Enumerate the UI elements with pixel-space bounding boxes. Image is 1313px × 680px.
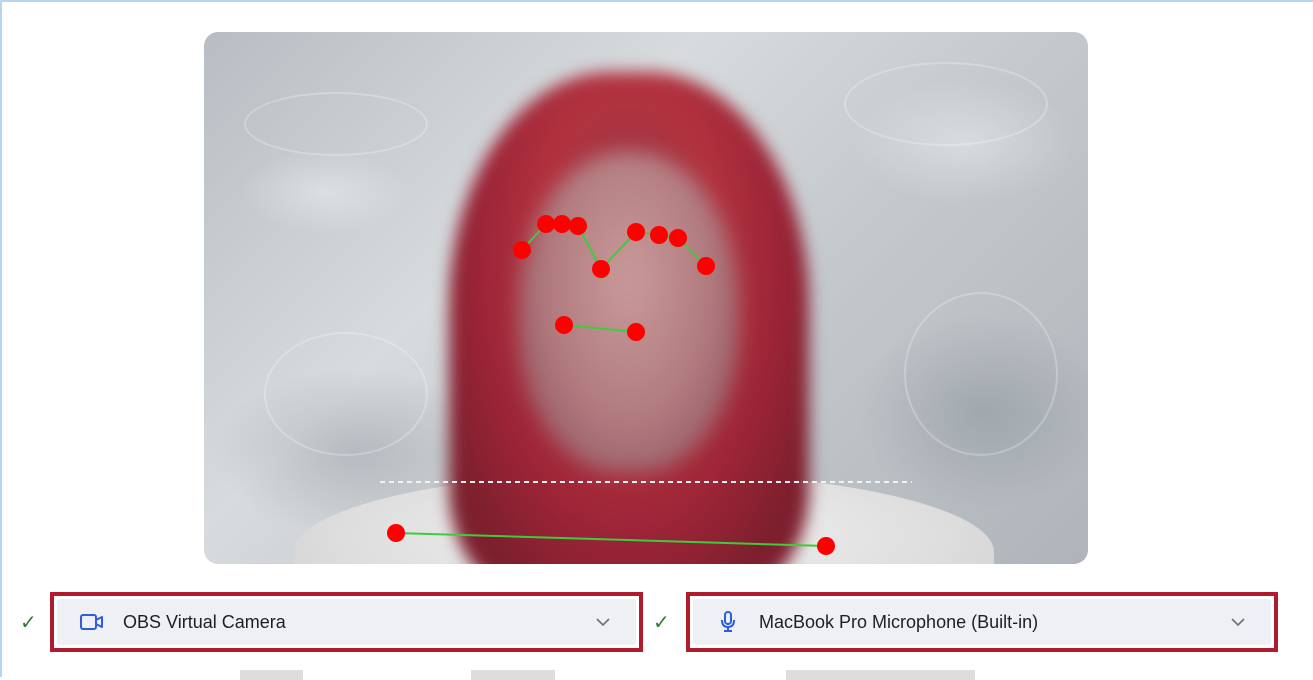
landmark-point bbox=[555, 316, 573, 334]
landmark-point bbox=[650, 226, 668, 244]
microphone-select-value: MacBook Pro Microphone (Built-in) bbox=[759, 611, 1039, 632]
camera-select-field[interactable]: OBS Virtual Camera bbox=[57, 599, 636, 645]
camera-preview bbox=[204, 32, 1088, 564]
chevron-down-icon[interactable] bbox=[594, 613, 612, 631]
landmark-point bbox=[569, 217, 587, 235]
landmark-point bbox=[537, 215, 555, 233]
camera-checkmark-icon: ✓ bbox=[20, 610, 37, 634]
camera-select-value: OBS Virtual Camera bbox=[123, 611, 286, 632]
shoulder-connection-line bbox=[395, 532, 827, 547]
chevron-down-icon[interactable] bbox=[1229, 613, 1247, 631]
pose-landmarks-overlay bbox=[380, 215, 912, 555]
cropped-text-row bbox=[240, 670, 1290, 680]
mouth-connection-line bbox=[563, 324, 637, 333]
camera-select[interactable]: OBS Virtual Camera bbox=[50, 592, 643, 652]
microphone-icon bbox=[715, 609, 741, 635]
landmark-point bbox=[627, 223, 645, 241]
landmark-point bbox=[669, 229, 687, 247]
landmark-point bbox=[592, 260, 610, 278]
landmark-point bbox=[817, 537, 835, 555]
landmark-point bbox=[387, 524, 405, 542]
landmark-point bbox=[553, 215, 571, 233]
landmark-point bbox=[513, 241, 531, 259]
landmark-point bbox=[627, 323, 645, 341]
microphone-checkmark-icon: ✓ bbox=[653, 610, 670, 634]
microphone-select-field[interactable]: MacBook Pro Microphone (Built-in) bbox=[693, 599, 1271, 645]
landmark-point bbox=[697, 257, 715, 275]
microphone-select[interactable]: MacBook Pro Microphone (Built-in) bbox=[686, 592, 1278, 652]
video-camera-icon bbox=[79, 609, 105, 635]
